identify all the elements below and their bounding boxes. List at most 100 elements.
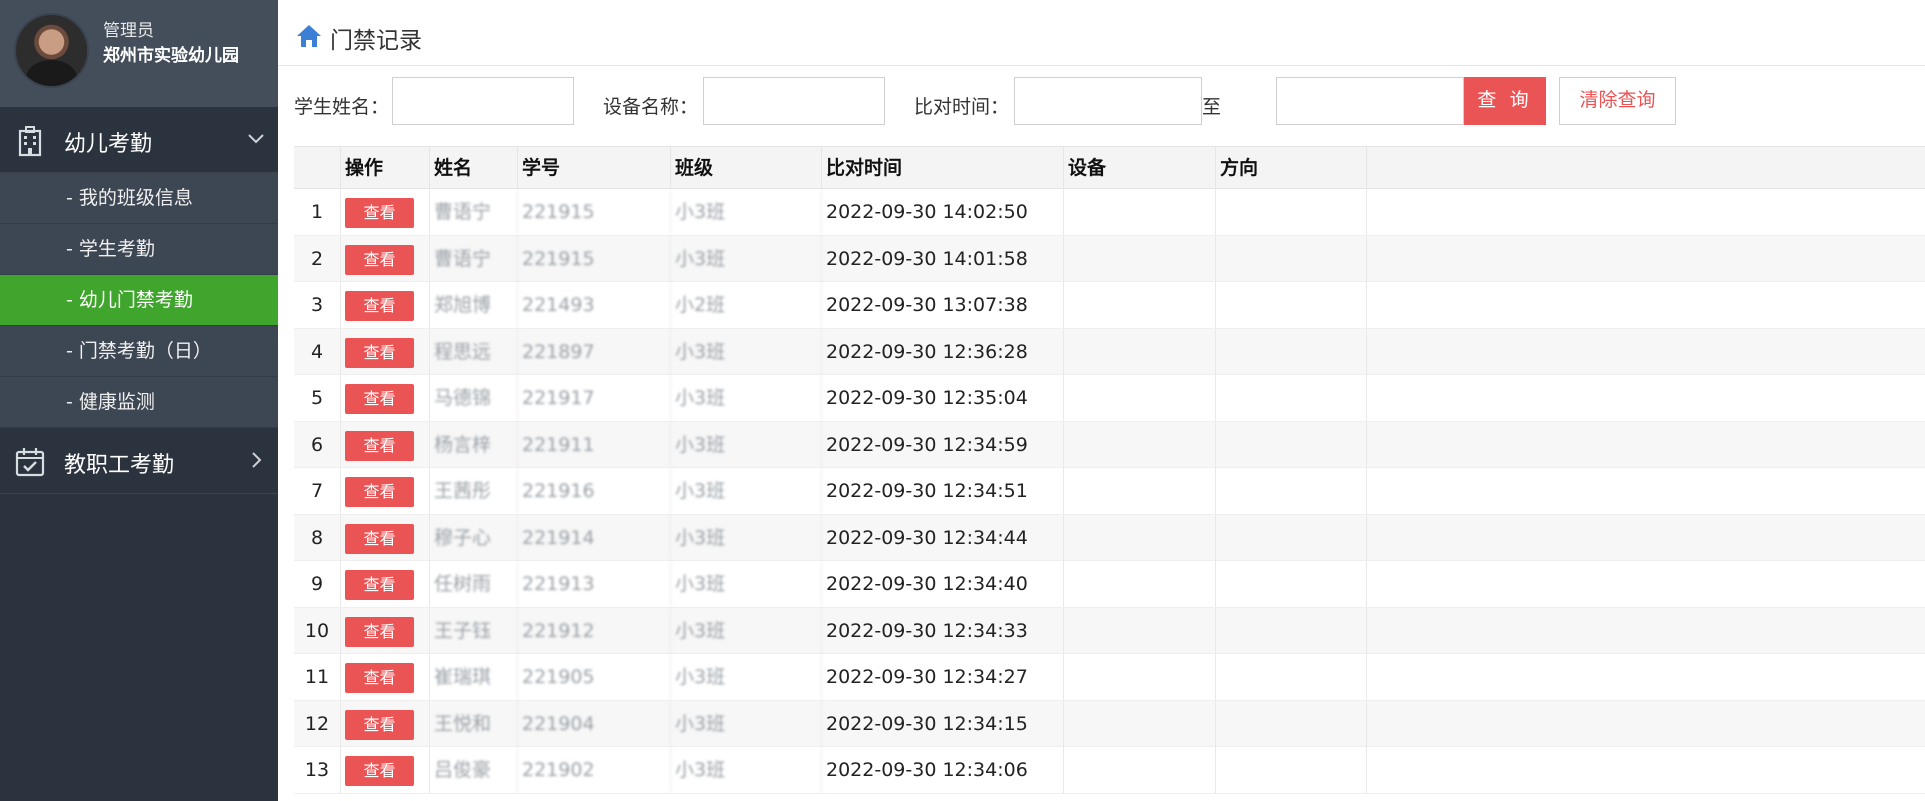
class-name-cell: 小3班 (671, 654, 822, 700)
device-cell (1064, 421, 1216, 468)
device-cell (1064, 514, 1216, 561)
student-id-cell: 221914 (518, 514, 671, 561)
row-number-cell: 3 (294, 282, 341, 328)
student-id-cell: 221911 (518, 421, 671, 468)
row-action-cell: 查看 (341, 607, 430, 654)
col-header-device: 设备 (1064, 147, 1216, 189)
sidebar-item-access-daily[interactable]: - 门禁考勤（日） (0, 326, 278, 377)
col-header-direction: 方向 (1216, 147, 1367, 189)
student-id-cell: 221904 (518, 700, 671, 747)
clear-query-button[interactable]: 清除查询 (1559, 77, 1676, 125)
view-button[interactable]: 查看 (345, 337, 414, 368)
direction-cell (1216, 607, 1367, 654)
student-id-cell: 221912 (518, 607, 671, 654)
col-header-name: 姓名 (430, 147, 518, 189)
col-header-id: 学号 (518, 147, 671, 189)
compare-time-cell: 2022-09-30 14:01:58 (822, 235, 1064, 282)
page-title: 门禁记录 (330, 28, 422, 54)
class-name-cell: 小3班 (671, 421, 822, 468)
device-cell (1064, 654, 1216, 700)
view-button[interactable]: 查看 (345, 570, 414, 600)
device-cell (1064, 561, 1216, 607)
view-button[interactable]: 查看 (345, 198, 414, 228)
device-cell (1064, 375, 1216, 421)
direction-cell (1216, 189, 1367, 235)
col-index-header (294, 147, 341, 189)
compare-time-cell: 2022-09-30 14:02:50 (822, 189, 1064, 235)
compare-time-cell: 2022-09-30 12:34:44 (822, 514, 1064, 561)
nav-group-child-attendance[interactable]: 幼儿考勤 (0, 107, 278, 173)
compare-time-label: 比对时间： (914, 96, 1010, 118)
query-button[interactable]: 查 询 (1464, 77, 1546, 125)
nav-group-label: 幼儿考勤 (64, 132, 153, 157)
view-button[interactable]: 查看 (345, 291, 414, 321)
device-name-input[interactable] (703, 77, 885, 125)
compare-time-cell: 2022-09-30 12:34:15 (822, 700, 1064, 747)
student-id-cell: 221905 (518, 654, 671, 700)
student-id-cell: 221902 (518, 747, 671, 793)
sidebar-item-access-attendance[interactable]: - 幼儿门禁考勤 (0, 275, 278, 326)
compare-time-cell: 2022-09-30 12:34:33 (822, 607, 1064, 654)
row-number-cell: 9 (294, 561, 341, 607)
records-table: 操作 姓名 学号 班级 比对时间 设备 方向 1 查看 曹语宁 221915 小3班 20… (294, 146, 1925, 794)
direction-cell (1216, 747, 1367, 793)
student-id-cell: 221916 (518, 468, 671, 514)
row-action-cell: 查看 (341, 328, 430, 375)
compare-time-cell: 2022-09-30 12:34:27 (822, 654, 1064, 700)
view-button[interactable]: 查看 (345, 756, 414, 786)
nav-group-staff-attendance[interactable]: 教职工考勤 (0, 428, 278, 494)
sidebar-item-health-monitor[interactable]: - 健康监测 (0, 377, 278, 428)
user-profile: 管理员 郑州市实验幼儿园 (0, 0, 278, 107)
compare-time-cell: 2022-09-30 12:35:04 (822, 375, 1064, 421)
time-to-input[interactable] (1276, 77, 1464, 125)
table-row: 3 查看 郑旭博 221493 小2班 2022-09-30 13:07:38 (294, 282, 1925, 329)
table-row: 6 查看 杨言梓 221911 小3班 2022-09-30 12:34:59 (294, 421, 1925, 468)
view-button[interactable]: 查看 (345, 244, 414, 275)
sidebar-item-student-attendance[interactable]: - 学生考勤 (0, 224, 278, 275)
home-icon[interactable] (295, 23, 323, 49)
class-name-cell: 小3班 (671, 189, 822, 235)
view-button[interactable]: 查看 (345, 709, 414, 740)
class-name-cell: 小2班 (671, 282, 822, 328)
table-body: 1 查看 曹语宁 221915 小3班 2022-09-30 14:02:50 2 查看 曹语宁… (294, 189, 1925, 794)
view-button[interactable]: 查看 (345, 663, 414, 693)
student-id-cell: 221897 (518, 328, 671, 375)
row-action-cell: 查看 (341, 468, 430, 514)
student-name-input[interactable] (392, 77, 574, 125)
view-button[interactable]: 查看 (345, 384, 414, 414)
view-button[interactable]: 查看 (345, 616, 414, 647)
compare-time-cell: 2022-09-30 12:34:59 (822, 421, 1064, 468)
direction-cell (1216, 375, 1367, 421)
nav-group-label: 教职工考勤 (64, 453, 175, 478)
direction-cell (1216, 561, 1367, 607)
table-row: 1 查看 曹语宁 221915 小3班 2022-09-30 14:02:50 (294, 189, 1925, 236)
view-button[interactable]: 查看 (345, 477, 414, 507)
direction-cell (1216, 654, 1367, 700)
avatar[interactable] (14, 13, 89, 88)
view-button[interactable]: 查看 (345, 430, 414, 461)
sidebar-item-my-class[interactable]: - 我的班级信息 (0, 173, 278, 224)
table-row: 9 查看 任树雨 221913 小3班 2022-09-30 12:34:40 (294, 561, 1925, 608)
view-button[interactable]: 查看 (345, 523, 414, 554)
table-row: 11 查看 崔瑞琪 221905 小3班 2022-09-30 12:34:27 (294, 654, 1925, 701)
student-name-cell: 杨言梓 (430, 421, 518, 468)
row-number-cell: 10 (294, 607, 341, 654)
calendar-check-icon (15, 448, 45, 477)
row-number-cell: 8 (294, 514, 341, 561)
row-number-cell: 6 (294, 421, 341, 468)
student-name-cell: 马德锦 (430, 375, 518, 421)
table-row: 8 查看 穆子心 221914 小3班 2022-09-30 12:34:44 (294, 514, 1925, 561)
device-cell (1064, 747, 1216, 793)
student-name-cell: 曹语宁 (430, 189, 518, 235)
direction-cell (1216, 235, 1367, 282)
class-name-cell: 小3班 (671, 235, 822, 282)
page-header: 门禁记录 (278, 0, 1925, 66)
direction-cell (1216, 468, 1367, 514)
building-icon (18, 126, 42, 157)
row-number-cell: 4 (294, 328, 341, 375)
time-from-input[interactable] (1014, 77, 1202, 125)
device-cell (1064, 189, 1216, 235)
direction-cell (1216, 282, 1367, 328)
to-label: 至 (1202, 96, 1222, 118)
row-action-cell: 查看 (341, 282, 430, 328)
